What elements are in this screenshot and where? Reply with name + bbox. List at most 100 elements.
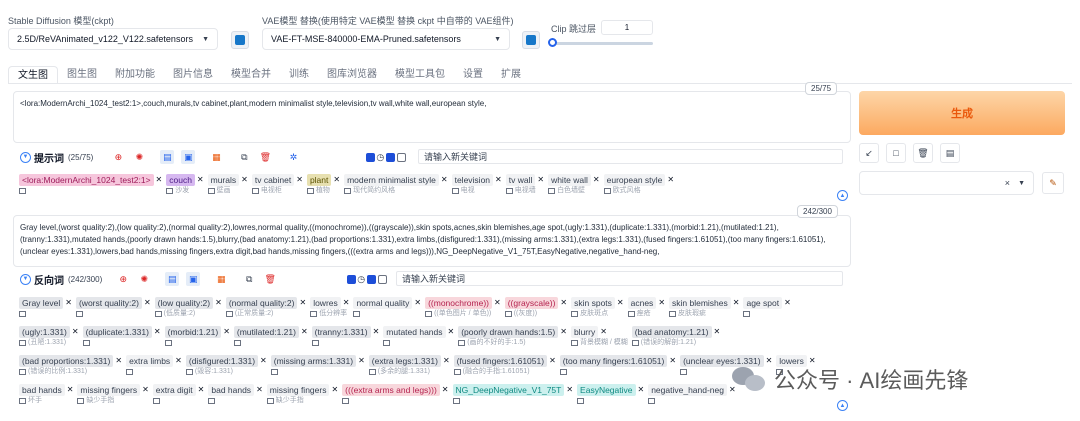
prompt-tag[interactable]: (tranny:1.331) ✕	[311, 325, 380, 348]
prompt-tag[interactable]: normal quality ✕	[353, 296, 421, 319]
grid-icon[interactable]	[19, 311, 26, 317]
prompt-tag-text[interactable]: normal quality	[353, 296, 413, 309]
grid-icon[interactable]	[603, 188, 611, 194]
close-icon[interactable]: ✕	[658, 298, 665, 307]
prompt-tag-text[interactable]: tv wall	[505, 173, 536, 186]
prompt-tag-text[interactable]: (((extra arms and legs)))	[342, 383, 440, 396]
prompt-tag[interactable]: plant ✕ 植物	[306, 173, 340, 196]
checkbox-icon[interactable]	[347, 274, 357, 284]
close-icon[interactable]: ✕	[198, 385, 205, 394]
prompt-tag[interactable]: (normal quality:2) ✕ (正常质量:2)	[225, 296, 306, 319]
grid-icon[interactable]	[344, 188, 352, 194]
prompt-tag[interactable]: (fused fingers:1.61051) ✕ (融合的手指:1.61051)	[453, 354, 556, 377]
tab-4[interactable]: 模型合并	[222, 66, 280, 84]
prompt-tag[interactable]: television ✕ 电视	[451, 173, 502, 196]
prompt-tag[interactable]: (mutilated:1.21) ✕	[233, 325, 308, 348]
prompt-tag-text[interactable]: european style	[603, 173, 666, 186]
prompt-tag[interactable]: (low quality:2) ✕ (低质量:2)	[154, 296, 222, 319]
prompt-tag-text[interactable]: missing fingers	[77, 383, 141, 396]
prompt-tag-text[interactable]: (missing arms:1.331)	[270, 354, 357, 367]
sd-model-select[interactable]: 2.5D/ReVAnimated_v122_V122.safetensors ▼	[8, 28, 218, 50]
prompt-tag[interactable]: bad hands ✕	[208, 383, 263, 406]
grid-icon[interactable]	[451, 188, 459, 194]
tab-7[interactable]: 模型工具包	[386, 66, 454, 84]
prompt-tag[interactable]: bad hands ✕ 坏手	[19, 383, 73, 406]
prompt-tag[interactable]: extra limbs ✕	[126, 354, 182, 377]
prompt-tag[interactable]: (disfigured:1.331) ✕ (毁容:1.331)	[185, 354, 267, 377]
grid-icon[interactable]	[77, 398, 85, 404]
close-icon[interactable]: ✕	[241, 175, 248, 184]
grid-icon[interactable]	[154, 311, 162, 317]
prompt-tag-text[interactable]: (ugly:1.331)	[19, 325, 70, 338]
prompt-tag-text[interactable]: skin blemishes	[669, 296, 731, 309]
close-icon[interactable]: ✕	[443, 356, 450, 365]
close-icon[interactable]: ✕	[593, 175, 600, 184]
prompt-tag[interactable]: (too many fingers:1.61051) ✕	[559, 354, 676, 377]
document-icon[interactable]: ▤	[165, 272, 180, 286]
close-icon[interactable]: ✕	[667, 175, 674, 184]
close-icon[interactable]: ✕	[260, 356, 267, 365]
close-icon[interactable]: ✕	[537, 175, 544, 184]
grid-icon[interactable]	[453, 369, 461, 375]
close-icon[interactable]: ✕	[299, 298, 306, 307]
prompt-tag-text[interactable]: age spot	[743, 296, 783, 309]
grid-icon[interactable]	[627, 311, 635, 317]
tab-5[interactable]: 训练	[280, 66, 318, 84]
prompt-tag-text[interactable]: (disfigured:1.331)	[185, 354, 259, 367]
prompt-tag[interactable]: NG_DeepNegative_V1_75T ✕	[452, 383, 573, 406]
close-icon[interactable]: ✕	[600, 327, 607, 336]
grid-icon[interactable]	[310, 311, 318, 317]
style-select[interactable]: × ▼	[859, 171, 1034, 195]
prompt-tag-text[interactable]: (duplicate:1.331)	[82, 325, 152, 338]
vae-refresh-button[interactable]	[522, 31, 540, 49]
close-icon[interactable]: ✕	[733, 298, 740, 307]
tab-0[interactable]: 文生图	[8, 66, 58, 84]
grid-icon[interactable]	[559, 369, 567, 375]
close-icon[interactable]: ✕	[197, 175, 204, 184]
prompt-tag[interactable]: (((extra arms and legs))) ✕	[342, 383, 449, 406]
prompt-tag-text[interactable]: (tranny:1.331)	[311, 325, 371, 338]
grid-icon[interactable]	[570, 340, 578, 346]
prompt-tag-text[interactable]: murals	[207, 173, 240, 186]
clear-icon[interactable]: ×	[1005, 178, 1010, 188]
prompt-tag-text[interactable]: (extra legs:1.331)	[368, 354, 441, 367]
sd-model-refresh-button[interactable]	[231, 31, 249, 49]
grid-icon[interactable]	[505, 188, 513, 194]
grid-icon[interactable]	[743, 311, 751, 317]
close-icon[interactable]: ✕	[373, 327, 380, 336]
prompt-tag-text[interactable]: skin spots	[571, 296, 615, 309]
grid-icon[interactable]	[19, 340, 26, 346]
close-icon[interactable]: ✕	[154, 327, 161, 336]
prompt-tag-text[interactable]: modern minimalist style	[344, 173, 439, 186]
close-icon[interactable]: ✕	[669, 356, 676, 365]
close-icon[interactable]: ✕	[301, 327, 308, 336]
trash-icon[interactable]: 🗑	[263, 272, 277, 286]
prompt-tag[interactable]: negative_hand-neg ✕	[648, 383, 736, 406]
grid-icon[interactable]	[368, 369, 376, 375]
close-icon[interactable]: ✕	[296, 175, 303, 184]
clipboard-icon[interactable]: ▤	[940, 143, 960, 163]
close-icon[interactable]: ✕	[560, 327, 567, 336]
grid-icon[interactable]	[266, 398, 274, 404]
close-icon[interactable]: ✕	[343, 298, 350, 307]
prompt-tag-text[interactable]: (bad proportions:1.331)	[19, 354, 114, 367]
prompt-tag[interactable]: EasyNegative ✕	[577, 383, 644, 406]
close-icon[interactable]: ✕	[566, 385, 573, 394]
prompt-tag-text[interactable]: bad hands	[208, 383, 255, 396]
tab-9[interactable]: 扩展	[492, 66, 530, 84]
grid-icon[interactable]	[680, 369, 688, 375]
grid-icon[interactable]	[208, 398, 216, 404]
prompt-tag[interactable]: skin spots ✕ 皮肤斑点	[571, 296, 624, 319]
gear-icon[interactable]: ✺	[132, 150, 146, 164]
close-icon[interactable]: ✕	[414, 298, 421, 307]
prompt-tag-text[interactable]: tv cabinet	[251, 173, 295, 186]
grid-icon[interactable]	[185, 369, 193, 375]
prompt-tag[interactable]: murals ✕ 壁画	[207, 173, 248, 196]
grid-icon[interactable]	[458, 340, 466, 346]
prompt-tag[interactable]: missing fingers ✕ 缺少手指	[266, 383, 338, 406]
arrow-icon[interactable]: ↙	[859, 143, 879, 163]
vae-select[interactable]: VAE-FT-MSE-840000-EMA-Pruned.safetensors…	[262, 28, 510, 50]
prompt-tag[interactable]: (ugly:1.331) ✕ (丑陋:1.331)	[19, 325, 79, 348]
prompt-tag-text[interactable]: lowres	[310, 296, 341, 309]
prompt-tag[interactable]: acnes ✕ 痤疮	[627, 296, 665, 319]
